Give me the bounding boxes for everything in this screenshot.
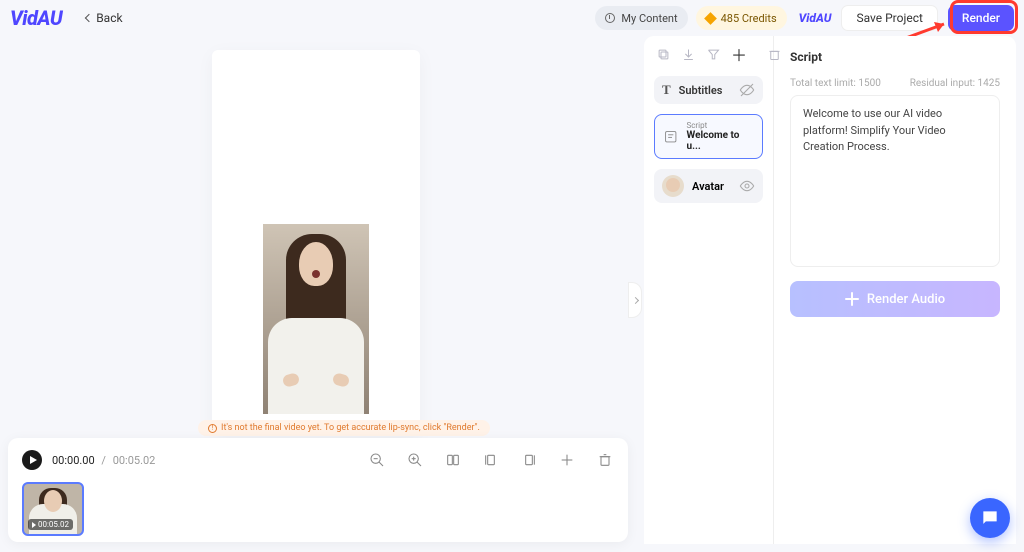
layer-filter-button[interactable]	[706, 46, 721, 62]
render-button[interactable]: Render	[948, 5, 1014, 31]
render-audio-label: Render Audio	[867, 292, 945, 307]
save-project-button[interactable]: Save Project	[841, 5, 937, 31]
script-editor-panel: Script Total text limit: 1500 Residual i…	[774, 36, 1016, 544]
timeline-panel: 00:00.00 / 00:05.02 00:05.02	[8, 438, 628, 542]
script-residual-label: Residual input: 1425	[910, 78, 1000, 89]
script-limit-label: Total text limit: 1500	[790, 78, 881, 89]
add-clip-button[interactable]	[558, 451, 576, 469]
delete-clip-button[interactable]	[596, 451, 614, 469]
back-label: Back	[96, 11, 122, 25]
layer-script[interactable]: Script Welcome to u...	[654, 114, 763, 159]
credits-pill[interactable]: 485 Credits	[696, 6, 787, 30]
clip-duration: 00:05.02	[38, 520, 69, 529]
script-icon	[663, 129, 678, 145]
play-icon	[32, 522, 36, 528]
timecode-separator: /	[101, 454, 106, 467]
timecode: 00:00.00 / 00:05.02	[52, 454, 155, 467]
clock-icon	[605, 13, 615, 23]
layer-column: ＋ T Subtitles Script Welcome to u... Ava…	[644, 36, 774, 544]
render-label: Render	[962, 11, 1000, 25]
support-chat-button[interactable]	[970, 498, 1010, 538]
render-audio-button[interactable]: Render Audio	[790, 281, 1000, 317]
timecode-duration: 00:05.02	[113, 454, 156, 467]
inspector-panel: ＋ T Subtitles Script Welcome to u... Ava…	[644, 36, 1016, 544]
my-content-label: My Content	[621, 12, 677, 25]
layer-avatar-label: Avatar	[692, 180, 724, 193]
trim-left-button[interactable]	[482, 451, 500, 469]
script-textarea[interactable]: Welcome to use our AI video platform! Si…	[790, 95, 1000, 267]
zoom-out-button[interactable]	[368, 451, 386, 469]
visibility-on-icon[interactable]	[739, 178, 755, 194]
sparkle-icon	[845, 292, 859, 306]
lipsync-warning: ! It's not the final video yet. To get a…	[198, 420, 490, 436]
play-button[interactable]	[22, 450, 42, 470]
layer-avatar[interactable]: Avatar	[654, 169, 763, 203]
timeline-clip[interactable]: 00:05.02	[22, 482, 84, 536]
clip-duration-badge: 00:05.02	[28, 519, 73, 530]
avatar-preview	[263, 224, 369, 414]
layer-copy-button[interactable]	[656, 46, 671, 62]
collapse-right-panel-button[interactable]	[628, 282, 642, 318]
my-content-button[interactable]: My Content	[595, 6, 687, 30]
split-clip-button[interactable]	[444, 451, 462, 469]
layer-download-button[interactable]	[681, 46, 696, 62]
brand-logo: VidAU	[10, 6, 62, 30]
script-heading: Script	[790, 50, 1000, 64]
warning-icon: !	[208, 424, 217, 433]
layer-subtitles[interactable]: T Subtitles	[654, 76, 763, 104]
credits-label: 485 Credits	[721, 12, 777, 25]
zoom-in-button[interactable]	[406, 451, 424, 469]
diamond-icon	[704, 12, 717, 25]
save-label: Save Project	[856, 11, 922, 25]
chevron-left-icon	[85, 14, 93, 22]
layer-subtitles-label: Subtitles	[679, 84, 723, 97]
timecode-current: 00:00.00	[52, 454, 95, 467]
chevron-right-icon	[631, 296, 638, 303]
text-icon: T	[662, 82, 671, 98]
avatar-thumb-icon	[662, 175, 684, 197]
back-button[interactable]: Back	[86, 11, 122, 25]
brand-mini-logo: VidAU	[799, 11, 832, 25]
chat-icon	[980, 508, 1000, 528]
layer-add-button[interactable]: ＋	[731, 46, 747, 62]
layer-script-label: Script	[686, 121, 754, 130]
layer-script-preview: Welcome to u...	[686, 130, 754, 152]
warning-text: It's not the final video yet. To get acc…	[221, 423, 480, 433]
visibility-off-icon[interactable]	[739, 82, 755, 98]
trim-right-button[interactable]	[520, 451, 538, 469]
